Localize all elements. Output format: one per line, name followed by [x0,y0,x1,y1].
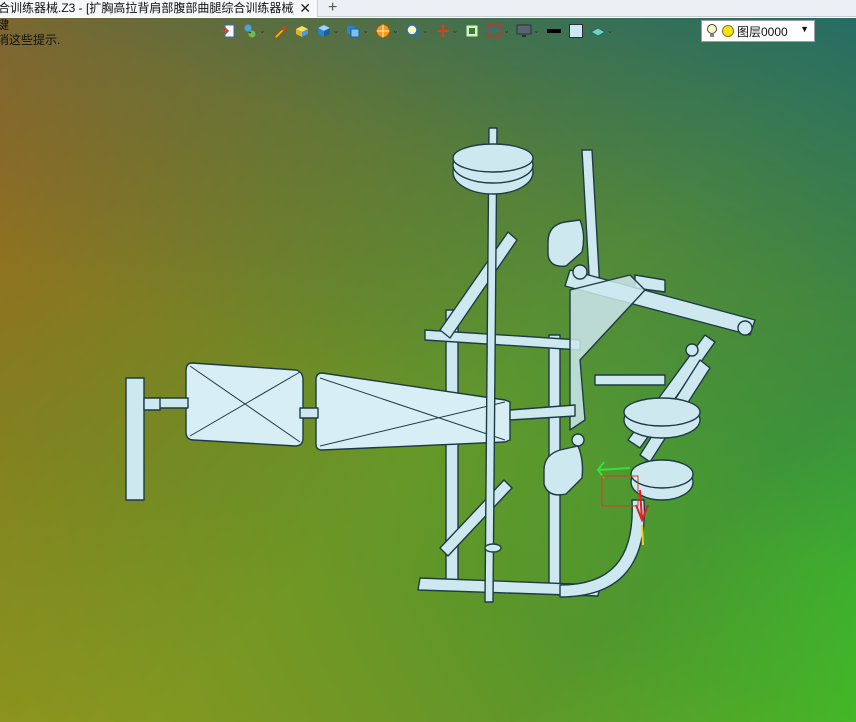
chevron-down-icon[interactable]: ⌄ [362,26,369,36]
component-button[interactable] [464,21,480,41]
pulley-joint [737,320,753,336]
weight-plate [452,143,534,173]
cube-view-icon [317,25,330,37]
hint-line-2: 消这些提示. [0,33,61,47]
section-button[interactable]: ⌄ [486,21,510,41]
diagonal-bar [439,231,518,339]
paint-brush-icon [274,26,287,39]
leg-post [143,397,161,411]
move-axis-icon [436,24,450,37]
surface-button[interactable]: ⌄ [589,21,614,41]
zoom-button[interactable]: ⌄ [405,21,429,41]
gym-machine-model[interactable] [0,0,856,722]
line-color-button[interactable] [546,21,562,41]
dropdown-arrow-icon[interactable]: ▼ [800,24,809,34]
chevron-down-icon[interactable]: ⌄ [392,26,399,36]
monitor-button[interactable]: ⌄ [516,21,540,41]
display-mode-icon [347,26,360,38]
seat-support [509,404,576,421]
back-pad [315,372,511,451]
exit-sketch-button[interactable] [220,21,236,41]
pulley-joint [685,343,699,357]
section-icon [487,24,501,38]
chevron-down-icon[interactable]: ⌄ [333,26,340,36]
layer-dropdown[interactable]: 图层0000 ▼ [701,20,815,42]
chevron-down-icon[interactable]: ⌄ [452,26,459,36]
shaded-box-icon [295,26,308,37]
leg-post [125,377,145,501]
weight-plate [630,459,694,489]
layer-name: 图层0000 [737,24,788,39]
chevron-down-icon[interactable]: ⌄ [533,26,540,36]
pulley-cylinder [547,219,585,267]
component-icon [465,24,479,38]
pulley-joint [572,264,588,280]
pulley-joint [571,433,585,447]
assembly-icon [244,24,256,38]
layer-color-icon [722,25,734,37]
seat-support [299,407,319,419]
exit-sketch-icon [221,24,235,38]
shaded-button[interactable] [294,21,310,41]
view-toolbar: ⌄ ⌄ ⌄ ⌄ ⌄ ⌄ ⌄ ⌄ ⌄ [220,20,704,42]
fill-color-button[interactable] [568,21,584,41]
display-mode-button[interactable]: ⌄ [345,21,369,41]
fill-color-icon [568,24,583,38]
chevron-down-icon[interactable]: ⌄ [259,26,266,36]
weight-plate [484,543,502,553]
chevron-down-icon[interactable]: ⌄ [503,26,510,36]
chevron-down-icon[interactable]: ⌄ [422,26,429,36]
arm-tube [594,374,666,386]
surface-icon [589,27,606,37]
render-button[interactable]: ⌄ [375,21,399,41]
hint-text: 键 消这些提示. [0,18,60,48]
lightbulb-icon [707,24,717,37]
cube-view-button[interactable]: ⌄ [316,21,340,41]
hint-line-1: 键 [0,18,10,32]
paint-button[interactable] [272,21,288,41]
chevron-down-icon[interactable]: ⌄ [607,26,614,36]
line-color-icon [546,29,561,33]
assembly-button[interactable]: ⌄ [242,21,266,41]
barbell-bar [484,127,498,603]
render-ball-icon [376,24,391,38]
frame-curve [559,499,645,598]
monitor-icon [516,24,532,37]
zoom-fit-icon [406,24,421,39]
move-button[interactable]: ⌄ [435,21,459,41]
weight-plate [623,397,701,427]
